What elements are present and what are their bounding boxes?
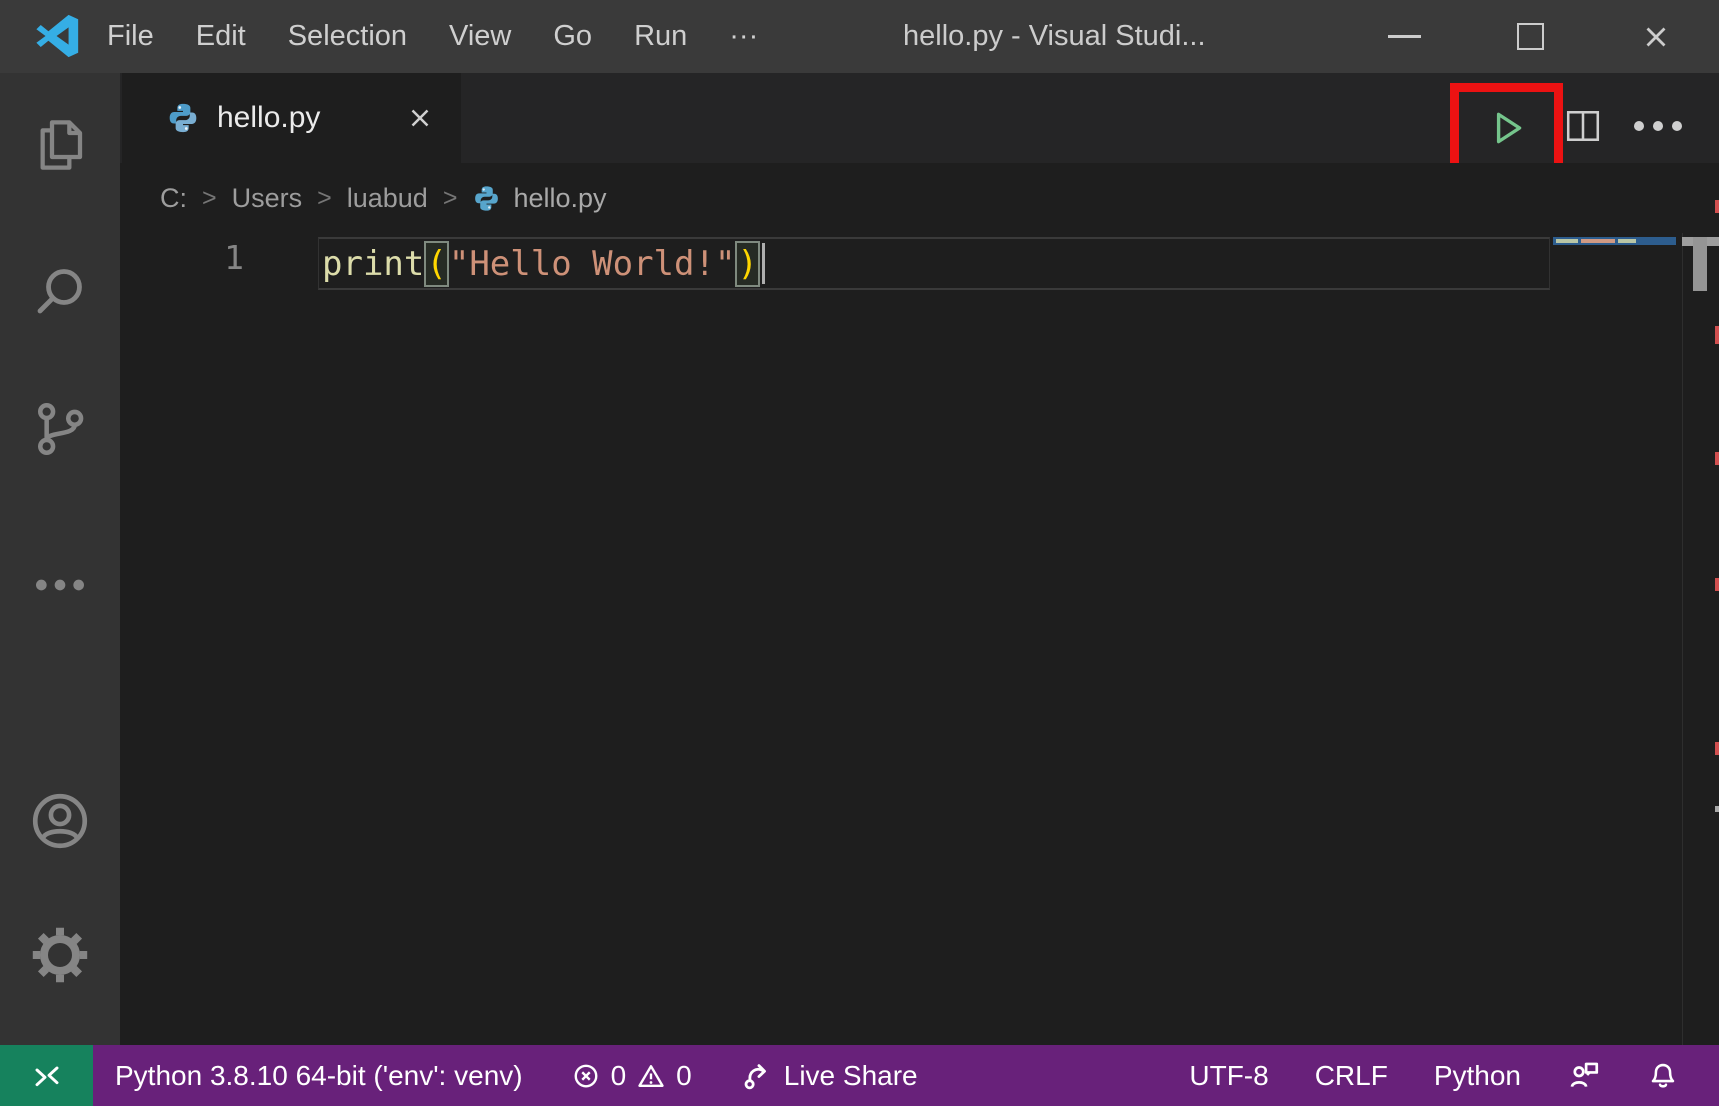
text-cursor (762, 243, 765, 284)
status-bar: Python 3.8.10 64-bit ('env': venv) 0 0 L… (0, 1045, 1719, 1106)
settings-button[interactable] (0, 919, 120, 991)
run-button[interactable] (1486, 107, 1528, 154)
bell-icon (1647, 1060, 1679, 1092)
python-file-icon (472, 184, 501, 213)
menu-bar: File Edit Selection View Go Run ··· (86, 0, 779, 73)
tab-label: hello.py (217, 101, 320, 135)
warning-icon (636, 1061, 666, 1091)
title-bar: File Edit Selection View Go Run ··· hell… (0, 0, 1719, 73)
tab-hello-py[interactable]: hello.py (122, 73, 461, 163)
run-icon (1486, 107, 1528, 149)
split-editor-icon (1564, 108, 1602, 144)
code-token-string: "Hello World!" (449, 244, 736, 284)
menu-item-go[interactable]: Go (532, 20, 613, 53)
menu-item-more[interactable]: ··· (708, 20, 779, 53)
edge-artifact (1715, 578, 1719, 591)
account-button[interactable] (0, 785, 120, 857)
window-title: hello.py - Visual Studi... (903, 0, 1206, 73)
sidebar-item-explorer[interactable] (0, 109, 120, 181)
status-right: UTF-8 CRLF Python (1189, 1045, 1679, 1106)
sidebar-item-more-views[interactable] (0, 549, 120, 621)
feedback-button[interactable] (1567, 1059, 1601, 1093)
status-left: Python 3.8.10 64-bit ('env': venv) 0 0 L… (115, 1045, 918, 1106)
edge-artifact (1715, 326, 1719, 344)
search-icon (28, 259, 92, 323)
python-interpreter-selector[interactable]: Python 3.8.10 64-bit ('env': venv) (115, 1060, 523, 1092)
minimize-icon (1388, 35, 1421, 38)
live-share-label: Live Share (784, 1060, 918, 1092)
code-token-close-paren: ) (735, 241, 759, 287)
sidebar-item-search[interactable] (0, 255, 120, 327)
edge-artifact (1715, 452, 1719, 465)
warning-count: 0 (676, 1060, 692, 1092)
problems-indicator[interactable]: 0 0 (571, 1060, 692, 1092)
edge-artifact (1715, 200, 1719, 213)
editor-pane[interactable]: 1 print("Hello World!") (120, 233, 1719, 1045)
breadcrumb-luabud[interactable]: luabud (347, 183, 428, 214)
chevron-right-icon: > (317, 184, 332, 213)
editor-more-actions-button[interactable] (1634, 121, 1682, 131)
tab-bar: hello.py (120, 73, 1719, 163)
split-editor-button[interactable] (1564, 108, 1602, 149)
breadcrumb-drive[interactable]: C: (160, 183, 187, 214)
menu-item-selection[interactable]: Selection (267, 20, 428, 53)
breadcrumb: C: > Users > luabud > hello.py (120, 163, 1719, 233)
breadcrumb-file[interactable]: hello.py (513, 183, 606, 214)
account-icon (27, 788, 93, 854)
edge-artifact (1715, 806, 1719, 812)
minimize-button[interactable] (1341, 0, 1467, 73)
vscode-window: File Edit Selection View Go Run ··· hell… (0, 0, 1719, 1106)
minimap-scrollbar-divider (1682, 233, 1683, 1045)
vscode-logo-icon (34, 12, 82, 60)
menu-item-file[interactable]: File (86, 20, 175, 53)
minimap[interactable] (1553, 237, 1676, 245)
chevron-right-icon: > (202, 184, 217, 213)
menu-item-view[interactable]: View (428, 20, 532, 53)
gear-icon (28, 923, 92, 987)
close-icon (405, 103, 435, 133)
source-control-icon (28, 397, 92, 461)
vertical-scrollbar[interactable] (1693, 237, 1707, 291)
close-button[interactable] (1593, 0, 1719, 73)
explorer-icon (28, 113, 92, 177)
error-icon (571, 1061, 601, 1091)
sidebar-item-source-control[interactable] (0, 393, 120, 465)
window-controls (1341, 0, 1719, 73)
feedback-icon (1567, 1059, 1601, 1093)
code-token-open-paren: ( (424, 241, 448, 287)
activity-bar (0, 73, 120, 1045)
remote-icon (31, 1060, 63, 1092)
code-token-function: print (322, 244, 424, 284)
line-number: 1 (204, 238, 244, 289)
notifications-button[interactable] (1647, 1060, 1679, 1092)
close-icon (1639, 20, 1673, 54)
maximize-button[interactable] (1467, 0, 1593, 73)
menu-item-edit[interactable]: Edit (175, 20, 267, 53)
maximize-icon (1517, 23, 1544, 50)
encoding-selector[interactable]: UTF-8 (1189, 1060, 1268, 1092)
language-mode-selector[interactable]: Python (1434, 1060, 1521, 1092)
code-line-1: print("Hello World!") (322, 238, 765, 289)
menu-item-run[interactable]: Run (613, 20, 708, 53)
python-file-icon (166, 101, 200, 135)
live-share-icon (740, 1060, 772, 1092)
remote-indicator[interactable] (0, 1045, 93, 1106)
eol-selector[interactable]: CRLF (1315, 1060, 1388, 1092)
tab-close-button[interactable] (405, 103, 435, 133)
edge-artifact (1715, 742, 1719, 755)
breadcrumb-users[interactable]: Users (232, 183, 303, 214)
live-share-button[interactable]: Live Share (740, 1060, 918, 1092)
error-count: 0 (611, 1060, 627, 1092)
ellipsis-icon (28, 553, 92, 617)
chevron-right-icon: > (443, 184, 458, 213)
